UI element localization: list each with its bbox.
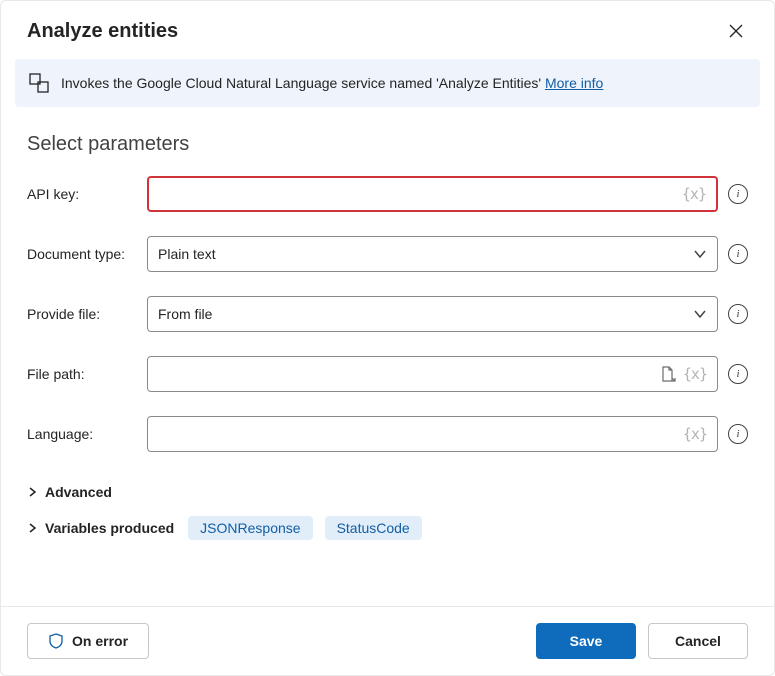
api-key-field[interactable] xyxy=(159,178,682,210)
api-key-input[interactable]: {x} xyxy=(147,176,718,212)
dialog-footer: On error Save Cancel xyxy=(1,606,774,675)
info-banner: Invokes the Google Cloud Natural Languag… xyxy=(15,59,760,107)
info-button-document-type[interactable]: i xyxy=(728,244,748,264)
on-error-button[interactable]: On error xyxy=(27,623,149,659)
language-input[interactable]: {x} xyxy=(147,416,718,452)
provide-file-select[interactable]: From file xyxy=(147,296,718,332)
dialog-header: Analyze entities xyxy=(1,1,774,59)
on-error-label: On error xyxy=(72,633,128,649)
language-field[interactable] xyxy=(158,417,683,451)
variable-icon[interactable]: {x} xyxy=(682,185,706,203)
file-path-field[interactable] xyxy=(158,357,659,391)
action-icon xyxy=(29,73,49,93)
shield-icon xyxy=(48,633,64,649)
dialog-body: Select parameters API key: {x} i Documen… xyxy=(1,115,774,606)
save-label: Save xyxy=(570,633,603,649)
chevron-right-icon xyxy=(27,523,37,533)
variable-chip[interactable]: JSONResponse xyxy=(188,516,312,540)
variable-chips: JSONResponse StatusCode xyxy=(188,516,422,540)
label-provide-file: Provide file: xyxy=(27,306,147,322)
variable-icon[interactable]: {x} xyxy=(683,365,707,383)
provide-file-value: From file xyxy=(158,306,693,322)
chevron-down-icon xyxy=(693,247,707,261)
variable-icon[interactable]: {x} xyxy=(683,425,707,443)
dialog-title: Analyze entities xyxy=(27,20,178,43)
row-file-path: File path: {x} i xyxy=(27,356,748,392)
label-api-key: API key: xyxy=(27,186,147,202)
row-language: Language: {x} i xyxy=(27,416,748,452)
advanced-label: Advanced xyxy=(45,484,112,500)
document-type-select[interactable]: Plain text xyxy=(147,236,718,272)
save-button[interactable]: Save xyxy=(536,623,636,659)
file-path-input[interactable]: {x} xyxy=(147,356,718,392)
label-document-type: Document type: xyxy=(27,246,147,262)
variable-chip[interactable]: StatusCode xyxy=(325,516,422,540)
row-api-key: API key: {x} i xyxy=(27,176,748,212)
variables-produced-label: Variables produced xyxy=(45,520,174,536)
section-title: Select parameters xyxy=(27,133,748,156)
cancel-button[interactable]: Cancel xyxy=(648,623,748,659)
row-provide-file: Provide file: From file i xyxy=(27,296,748,332)
document-type-value: Plain text xyxy=(158,246,693,262)
chevron-right-icon xyxy=(27,487,37,497)
advanced-expander[interactable]: Advanced xyxy=(27,476,748,508)
info-button-provide-file[interactable]: i xyxy=(728,304,748,324)
info-button-file-path[interactable]: i xyxy=(728,364,748,384)
label-file-path: File path: xyxy=(27,366,147,382)
close-button[interactable] xyxy=(724,19,748,43)
label-language: Language: xyxy=(27,426,147,442)
variables-produced-expander[interactable]: Variables produced JSONResponse StatusCo… xyxy=(27,508,748,548)
file-picker-icon[interactable] xyxy=(659,365,677,383)
cancel-label: Cancel xyxy=(675,633,721,649)
row-document-type: Document type: Plain text i xyxy=(27,236,748,272)
banner-description: Invokes the Google Cloud Natural Languag… xyxy=(61,75,541,91)
more-info-link[interactable]: More info xyxy=(545,75,603,91)
info-button-api-key[interactable]: i xyxy=(728,184,748,204)
info-button-language[interactable]: i xyxy=(728,424,748,444)
dialog: Analyze entities Invokes the Google Clou… xyxy=(0,0,775,676)
banner-text: Invokes the Google Cloud Natural Languag… xyxy=(61,75,746,91)
close-icon xyxy=(728,23,744,39)
chevron-down-icon xyxy=(693,307,707,321)
